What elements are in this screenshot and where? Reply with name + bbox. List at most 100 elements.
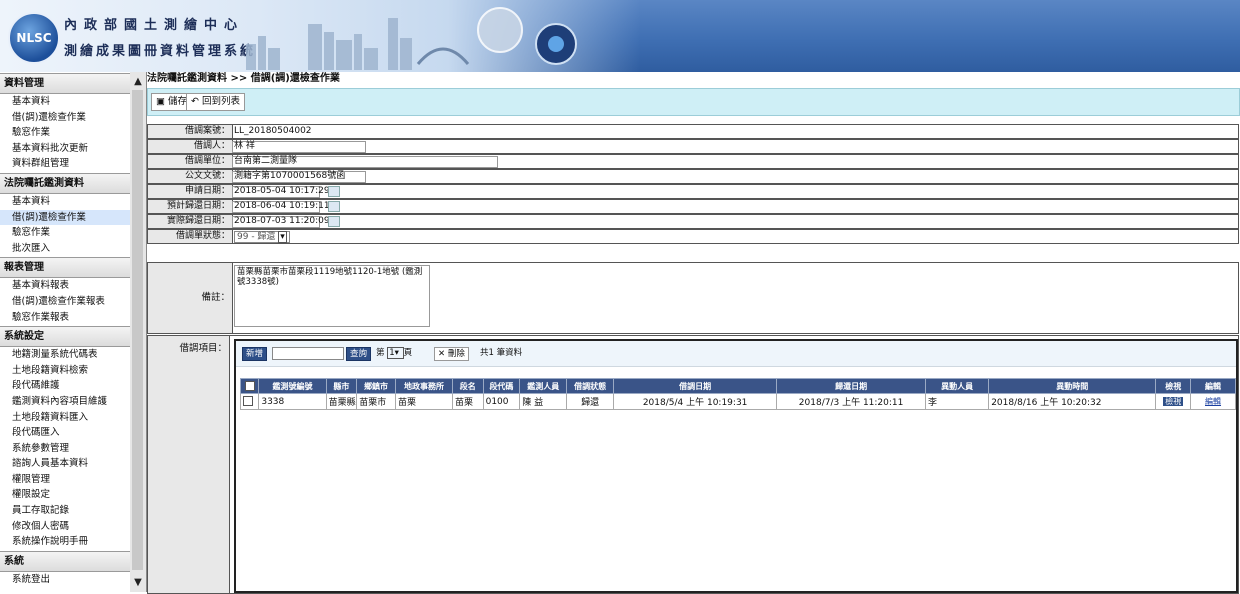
col-header[interactable]: 鑑測人員 (519, 378, 568, 394)
header-banner: NLSC 內政部國土測繪中心 測繪成果圖冊資料管理系統 (0, 0, 1240, 72)
status-select[interactable]: 99 - 歸還 ▾ (234, 231, 290, 243)
sidebar-item[interactable]: 基本資料 (0, 94, 130, 110)
save-button-label: 儲存 (168, 96, 188, 107)
sidebar-item[interactable]: 權限管理 (0, 472, 130, 488)
row-checkbox-cell (239, 393, 260, 410)
grid-toolbar: 新增 查詢 第 1▾ 頁 ✕ 刪除 共1 筆資料 (236, 341, 1236, 367)
col-header[interactable]: 借調日期 (613, 378, 778, 394)
search-button[interactable]: 查詢 (346, 347, 372, 361)
sidebar-item[interactable]: 基本資料報表 (0, 278, 130, 294)
scroll-up-icon[interactable]: ▲ (130, 74, 146, 90)
row-checkbox[interactable] (243, 396, 253, 407)
status-select-value: 99 - 歸還 (237, 232, 276, 242)
col-header[interactable]: 異動時間 (988, 378, 1157, 394)
calendar-icon[interactable] (328, 216, 340, 227)
sidebar-item[interactable]: 系統登出 (0, 572, 130, 588)
search-input[interactable] (272, 347, 344, 360)
col-header[interactable]: 借調狀態 (566, 378, 615, 394)
unit-value: 台南第二測量隊 (234, 156, 298, 166)
floppy-icon: ▣ (156, 96, 165, 107)
page-select[interactable]: 1▾ (387, 347, 404, 359)
items-table: 鑑測號編號 縣市 鄉鎮市 地政事務所 段名 段代碼 鑑測人員 借調狀態 借調日期… (239, 378, 1236, 410)
sidebar-item[interactable]: 基本資料批次更新 (0, 141, 130, 157)
sidebar-item[interactable]: 驗窓作業 (0, 225, 130, 241)
sidebar-item[interactable]: 權限設定 (0, 487, 130, 503)
sidebar-section-header[interactable]: 報表管理 (0, 257, 130, 279)
edit-link[interactable]: 編輯 (1205, 397, 1221, 406)
edit-cell: 編輯 (1190, 393, 1236, 410)
sidebar-item[interactable]: 土地段籍資料檢索 (0, 363, 130, 379)
expected-return-row: 預計歸還日期： 2018-06-04 10:19:11 (147, 199, 1239, 214)
sidebar-item[interactable]: 借(調)還檢查作業 (0, 209, 130, 226)
col-header[interactable]: 段代碼 (482, 378, 521, 394)
sidebar-item[interactable]: 借(調)還檢查作業 (0, 110, 130, 126)
status-label: 借調單狀態： (148, 230, 233, 243)
expected-return-label: 預計歸還日期： (148, 200, 233, 213)
col-header[interactable]: 鑑測號編號 (258, 378, 327, 394)
close-icon: ✕ (438, 349, 446, 359)
case-no-label: 借調案號： (148, 125, 233, 138)
sidebar-item[interactable]: 驗窓作業報表 (0, 310, 130, 326)
items-row: 借調項目： 新增 查詢 第 1▾ 頁 ✕ 刪除 共1 筆資料 鑑測號編號 縣市 … (147, 335, 1239, 594)
items-panel: 新增 查詢 第 1▾ 頁 ✕ 刪除 共1 筆資料 鑑測號編號 縣市 鄉鎮市 地政… (234, 339, 1238, 593)
sidebar-section-header[interactable]: 資料管理 (0, 73, 130, 94)
delete-button-label: 刪除 (447, 349, 465, 359)
table-row: 3338 苗栗縣 苗栗市 苗栗 苗栗 0100 陳 益 歸還 2018/5/4 … (239, 393, 1236, 410)
actual-return-row: 實際歸還日期： 2018-07-03 11:20:09 (147, 214, 1239, 229)
calendar-icon[interactable] (328, 201, 340, 212)
sidebar-item[interactable]: 諮詢人員基本資料 (0, 456, 130, 472)
apply-date-value: 2018-05-04 10:17:29 (234, 186, 330, 196)
sidebar-item[interactable]: 修改個人密碼 (0, 519, 130, 535)
borrower-label: 借調人： (148, 140, 233, 153)
col-header[interactable]: 地政事務所 (394, 378, 454, 394)
scroll-down-icon[interactable]: ▼ (130, 575, 146, 591)
sidebar-section-header[interactable]: 系統設定 (0, 326, 130, 348)
sidebar-item[interactable]: 員工存取記錄 (0, 503, 130, 519)
chevron-down-icon: ▾ (394, 348, 399, 358)
note-text: 苗栗縣苗栗市苗栗段1119地號1120-1地號 (鑑測號3338號) (237, 267, 423, 287)
sidebar-section-header[interactable]: 法院囑託鑑測資料 (0, 172, 130, 194)
sidebar-item[interactable]: 批次匯入 (0, 241, 130, 257)
cell-surveyor: 陳 益 (519, 393, 568, 410)
col-header: 編輯 (1190, 378, 1236, 394)
sidebar-item[interactable]: 鑑測資料內容項目維護 (0, 394, 130, 410)
calendar-icon[interactable] (328, 186, 340, 197)
sidebar-item[interactable]: 系統操作說明手冊 (0, 534, 130, 550)
cell-section: 苗栗 (452, 393, 484, 410)
action-toolbar: ▣ 儲存 ↶ 回到列表 (147, 88, 1240, 116)
col-header[interactable]: 段名 (452, 378, 484, 394)
doc-no-label: 公文文號： (148, 170, 233, 183)
add-button[interactable]: 新增 (242, 347, 268, 361)
cell-town: 苗栗市 (356, 393, 396, 410)
back-to-list-button[interactable]: ↶ 回到列表 (186, 93, 246, 111)
case-no-value: LL_20180504002 (234, 126, 312, 136)
system-name: 測繪成果圖冊資料管理系統 (64, 44, 257, 59)
sidebar-item[interactable]: 土地段籍資料匯入 (0, 410, 130, 426)
view-button[interactable]: 檢視 (1163, 397, 1184, 406)
cell-office: 苗栗 (394, 393, 454, 410)
nlsc-logo: NLSC (8, 12, 60, 64)
sidebar-item[interactable]: 系統參數管理 (0, 441, 130, 457)
sidebar-scrollbar[interactable]: ▲ ▼ (130, 72, 147, 592)
delete-button[interactable]: ✕ 刪除 (434, 347, 469, 361)
sidebar-item[interactable]: 地籍測量系統代碼表 (0, 347, 130, 363)
sidebar-item[interactable]: 基本資料 (0, 194, 130, 210)
sidebar-nav: 資料管理 基本資料 借(調)還檢查作業 驗窓作業 基本資料批次更新 資料群組管理 法院囑託鑑… (0, 72, 131, 592)
undo-arrow-icon: ↶ (191, 96, 199, 107)
scrollbar-thumb[interactable] (132, 90, 143, 570)
col-header[interactable]: 鄉鎮市 (356, 378, 396, 394)
sidebar-item[interactable]: 借(調)還檢查作業報表 (0, 294, 130, 310)
col-header[interactable]: 異動人員 (924, 378, 990, 394)
actual-return-label: 實際歸還日期： (148, 215, 233, 228)
note-textarea[interactable]: 苗栗縣苗栗市苗栗段1119地號1120-1地號 (鑑測號3338號) (234, 265, 430, 327)
view-cell: 檢視 (1155, 393, 1192, 410)
select-all-checkbox[interactable] (244, 381, 255, 391)
col-header[interactable]: 歸還日期 (776, 378, 926, 394)
sidebar-item[interactable]: 段代碼匯入 (0, 425, 130, 441)
sidebar-section-header[interactable]: 系統 (0, 550, 130, 572)
sidebar-item[interactable]: 段代碼維護 (0, 378, 130, 394)
sidebar-item[interactable]: 資料群組管理 (0, 156, 130, 172)
chevron-down-icon: ▾ (278, 231, 287, 243)
col-header[interactable]: 縣市 (325, 378, 358, 394)
sidebar-item[interactable]: 驗窓作業 (0, 125, 130, 141)
